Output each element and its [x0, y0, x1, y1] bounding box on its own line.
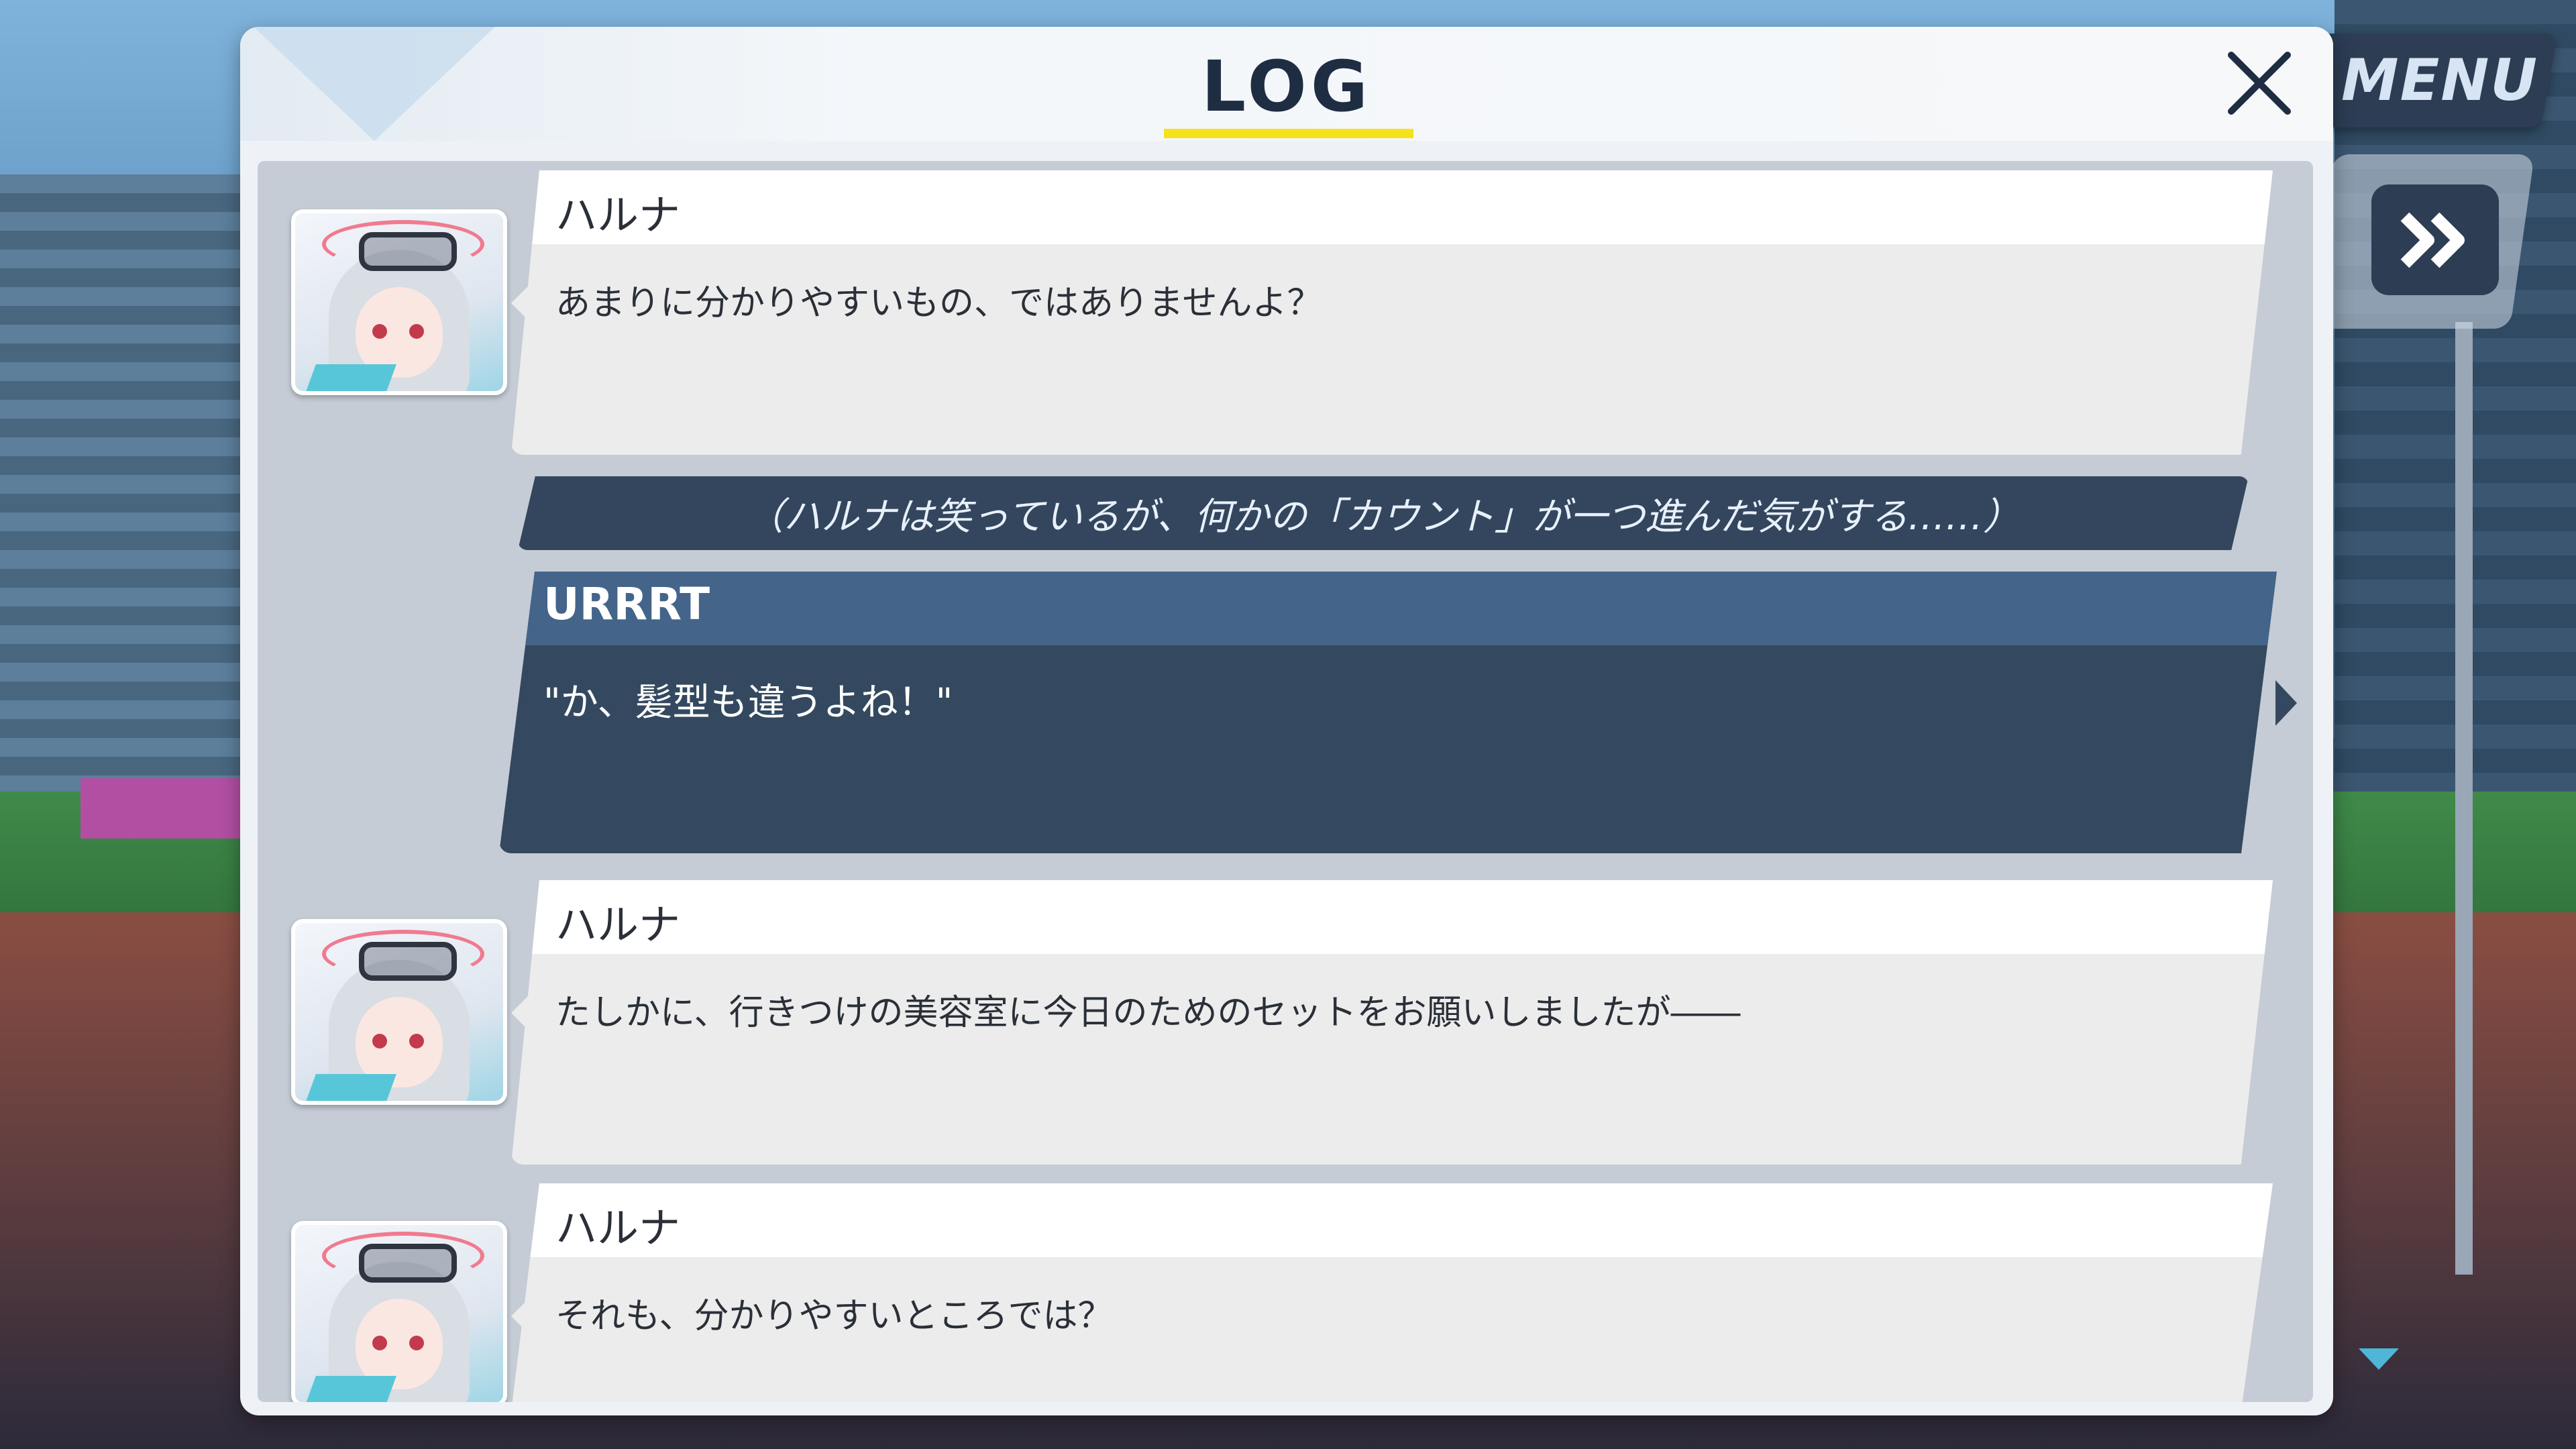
narration-text: （ハルナは笑っているが、何かの「カウント」が一つ進んだ気がする……）: [745, 494, 2021, 539]
fast-forward-button[interactable]: [2371, 184, 2499, 295]
avatar-eye: [409, 1336, 424, 1350]
log-title: LOG: [1201, 46, 1373, 127]
background-pole: [2455, 322, 2473, 1275]
message-bubble: ハルナ たしかに、行きつけの美容室に今日のためのセットをお願いしましたが――: [511, 880, 2273, 1165]
avatar: [291, 919, 507, 1105]
avatar-eye: [409, 1034, 424, 1049]
avatar-clothing: [301, 1074, 396, 1101]
speaker-name: ハルナ: [555, 1203, 681, 1252]
speaker-name-bar: [511, 1183, 2273, 1257]
message-text: それも、分かりやすいところでは？: [555, 1296, 1113, 1336]
speaker-name-bar: [511, 880, 2273, 954]
avatar-halo: [322, 220, 484, 268]
title-underline: [1164, 129, 1413, 138]
avatar-eye: [372, 1336, 387, 1350]
message-text: たしかに、行きつけの美容室に今日のためのセットをお願いしましたが――: [555, 993, 1741, 1033]
avatar-clothing: [301, 1376, 396, 1402]
close-icon: [2228, 52, 2291, 115]
log-panel: LOG ハルナ あまりに分かりやすいもの、ではありませんよ？ （ハルナは笑ってい…: [240, 27, 2333, 1415]
message-bubble: ハルナ あまりに分かりやすいもの、ではありませんよ？: [511, 170, 2273, 455]
scroll-down-indicator-icon[interactable]: [2359, 1348, 2399, 1370]
close-button[interactable]: [2219, 43, 2300, 123]
speaker-name: ハルナ: [555, 191, 681, 239]
avatar-eye: [372, 324, 387, 339]
avatar-halo: [322, 930, 484, 978]
player-message-text: "か、髪型も違うよね！": [543, 681, 953, 724]
message-bubble: ハルナ それも、分かりやすいところでは？: [511, 1183, 2273, 1402]
player-speaker-name: URRRT: [543, 578, 710, 630]
message-text: あまりに分かりやすいもの、ではありませんよ？: [555, 283, 1322, 323]
avatar-clothing: [301, 364, 396, 391]
avatar-halo: [322, 1232, 484, 1280]
speaker-name: ハルナ: [555, 900, 681, 949]
narration-bar: （ハルナは笑っているが、何かの「カウント」が一つ進んだ気がする……）: [518, 476, 2249, 550]
speaker-name-bar: [511, 170, 2273, 244]
fast-forward-icon: [2400, 212, 2465, 268]
log-message-list[interactable]: ハルナ あまりに分かりやすいもの、ではありませんよ？ （ハルナは笑っているが、何…: [258, 161, 2313, 1402]
player-message-bubble: URRRT "か、髪型も違うよね！": [499, 572, 2277, 853]
menu-button-label[interactable]: MENU: [2341, 47, 2538, 114]
avatar-eye: [372, 1034, 387, 1049]
player-name-bar: [499, 572, 2277, 645]
avatar-eye: [409, 324, 424, 339]
background-banner: [80, 778, 241, 839]
background-stands-left: [0, 174, 282, 845]
avatar: [291, 1221, 507, 1402]
player-bubble-tail: [2275, 680, 2297, 726]
avatar: [291, 209, 507, 395]
